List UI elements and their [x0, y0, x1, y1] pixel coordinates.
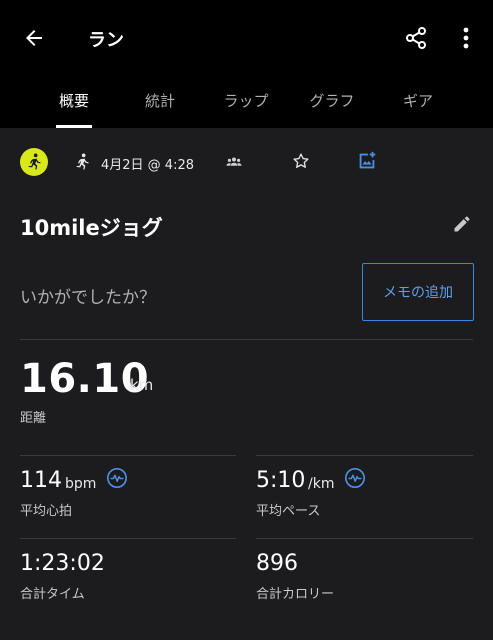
group-icon[interactable]	[224, 152, 244, 172]
activity-info-row: 4月2日 @ 4:28	[0, 128, 493, 196]
calories-label: 合計カロリー	[256, 587, 335, 602]
app-bar: ラン	[0, 0, 493, 76]
pace-value: 5:10	[256, 468, 306, 493]
activity-name: 10mileジョグ	[20, 216, 163, 240]
pace-zone-icon[interactable]	[344, 467, 366, 489]
total-time-label: 合計タイム	[20, 587, 85, 602]
tab-label: ギア	[402, 92, 433, 110]
divider	[20, 339, 473, 340]
total-time-value: 1:23:02	[20, 551, 105, 576]
add-photo-icon[interactable]	[356, 150, 378, 172]
tab-laps[interactable]: ラップ	[208, 76, 284, 128]
tab-overview[interactable]: 概要	[40, 76, 108, 128]
pencil-icon	[454, 216, 470, 232]
add-memo-button[interactable]: メモの追加	[362, 263, 474, 321]
tab-bar: 概要 統計 ラップ グラフ ギア	[0, 76, 493, 128]
share-icon	[406, 27, 426, 49]
activity-date: 4月2日 @ 4:28	[101, 158, 194, 173]
heart-rate-label: 平均心拍	[20, 504, 73, 519]
share-button[interactable]	[398, 20, 434, 56]
runner-avatar-icon	[28, 153, 41, 170]
more-options-button[interactable]	[452, 20, 480, 56]
pace-label: 平均ペース	[256, 504, 321, 519]
star-icon[interactable]	[290, 150, 312, 172]
edit-name-button[interactable]	[452, 214, 476, 238]
distance-label: 距離	[20, 411, 47, 426]
run-icon	[76, 153, 89, 170]
distance-unit: km	[130, 376, 154, 394]
back-button[interactable]	[14, 20, 54, 56]
avatar[interactable]	[20, 148, 48, 176]
tab-gear[interactable]: ギア	[384, 76, 452, 128]
heart-rate-value: 114	[20, 468, 62, 493]
pace-unit: /km	[308, 476, 335, 492]
divider	[256, 455, 473, 456]
tab-label: 統計	[144, 92, 175, 110]
heart-rate-unit: bpm	[65, 476, 97, 492]
tab-stats[interactable]: 統計	[126, 76, 194, 128]
divider	[20, 455, 236, 456]
tab-label: 概要	[58, 92, 89, 110]
divider	[20, 538, 236, 539]
notes-prompt[interactable]: いかがでしたか？	[20, 283, 156, 308]
tab-label: ラップ	[223, 92, 269, 110]
page-title: ラン	[88, 30, 124, 51]
divider	[256, 538, 473, 539]
tab-label: グラフ	[309, 92, 355, 110]
arrow-back-icon	[26, 30, 42, 46]
calories-value: 896	[256, 551, 298, 576]
more-vert-icon	[463, 27, 469, 49]
heart-rate-zone-icon[interactable]	[106, 467, 128, 489]
tab-graph[interactable]: グラフ	[294, 76, 370, 128]
